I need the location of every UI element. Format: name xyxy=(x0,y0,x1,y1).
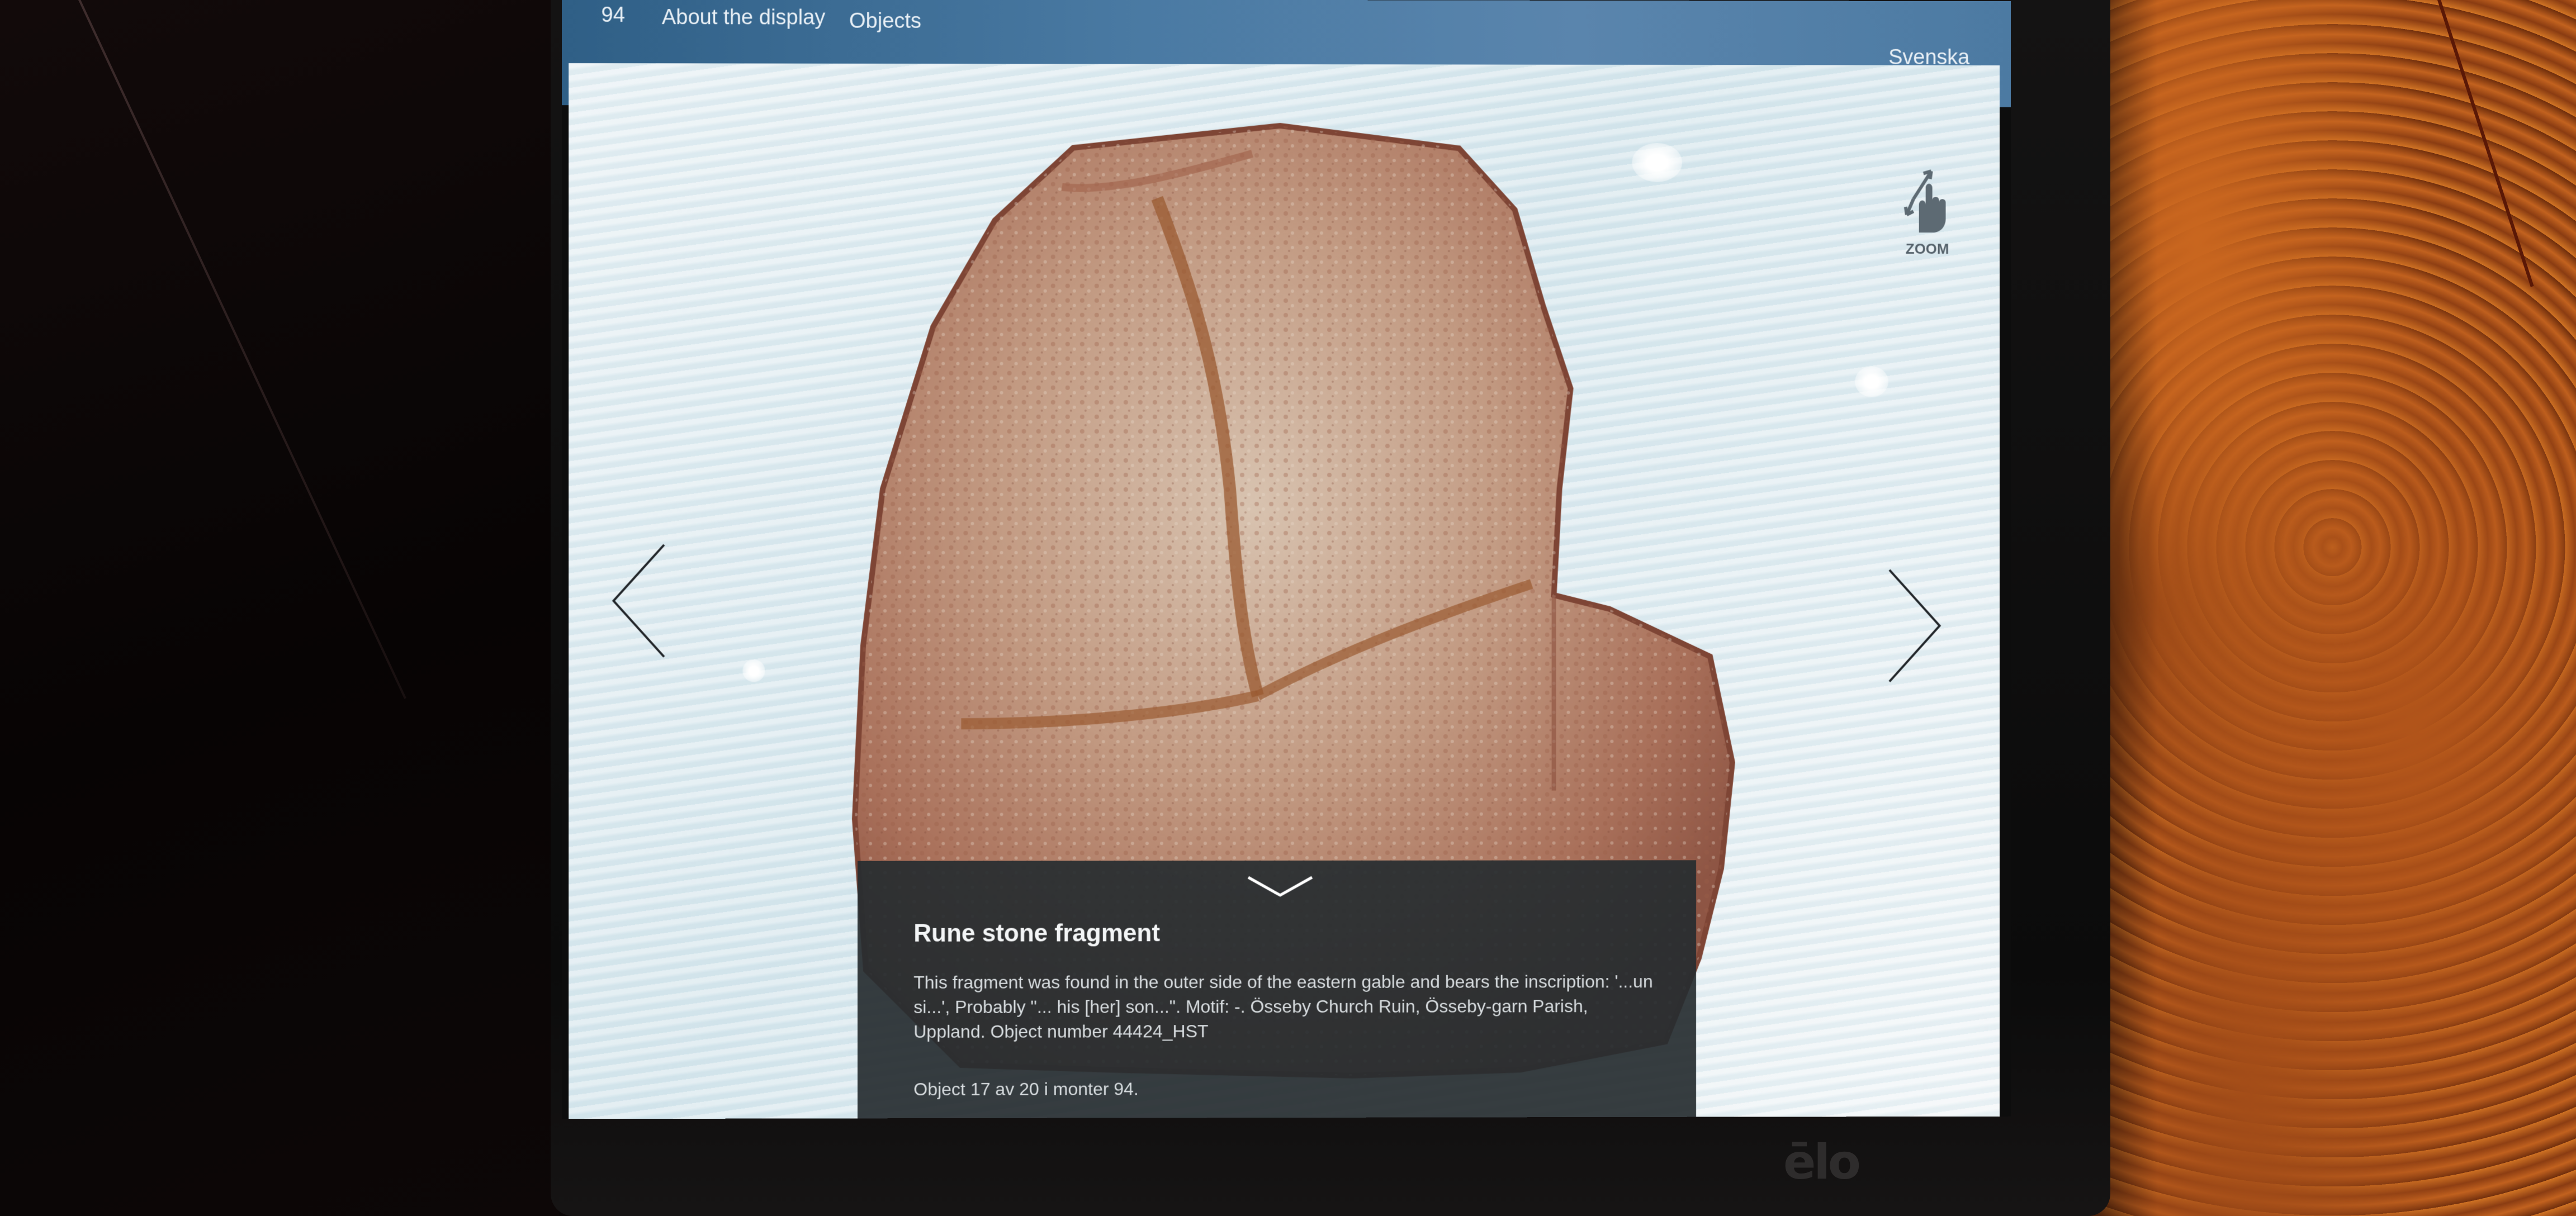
screen-glare xyxy=(1855,366,1888,397)
chevron-right-icon[interactable] xyxy=(1884,564,1945,687)
about-display-tab[interactable]: About the display xyxy=(662,6,826,30)
object-description: This fragment was found in the outer sid… xyxy=(913,971,1653,1042)
cable-streak xyxy=(78,0,406,699)
zoom-label: ZOOM xyxy=(1905,240,1949,258)
object-info-panel: Rune stone fragment This fragment was fo… xyxy=(858,860,1697,1119)
monter-number-tab[interactable]: 94 xyxy=(601,3,624,27)
chevron-left-icon[interactable] xyxy=(608,539,669,662)
chevron-down-icon[interactable] xyxy=(1244,873,1317,901)
kiosk-screen: 94 About the display Objects Svenska ZOO… xyxy=(562,0,2011,1119)
objects-tab[interactable]: Objects xyxy=(849,10,921,34)
object-image-viewer[interactable]: ZOOM Rune stone fragment This fragment w… xyxy=(569,63,2000,1119)
object-position-text: Object 17 av 20 i monter 94. xyxy=(913,1079,1139,1100)
elo-logo: ēlo xyxy=(1783,1134,1861,1190)
object-title: Rune stone fragment xyxy=(913,919,1160,947)
screen-glare xyxy=(742,659,765,682)
dark-room-background xyxy=(0,0,559,1216)
hand-pinch-zoom-icon xyxy=(1897,165,1946,233)
screen-glare xyxy=(1632,142,1683,182)
zoom-button[interactable]: ZOOM xyxy=(1888,165,1966,260)
